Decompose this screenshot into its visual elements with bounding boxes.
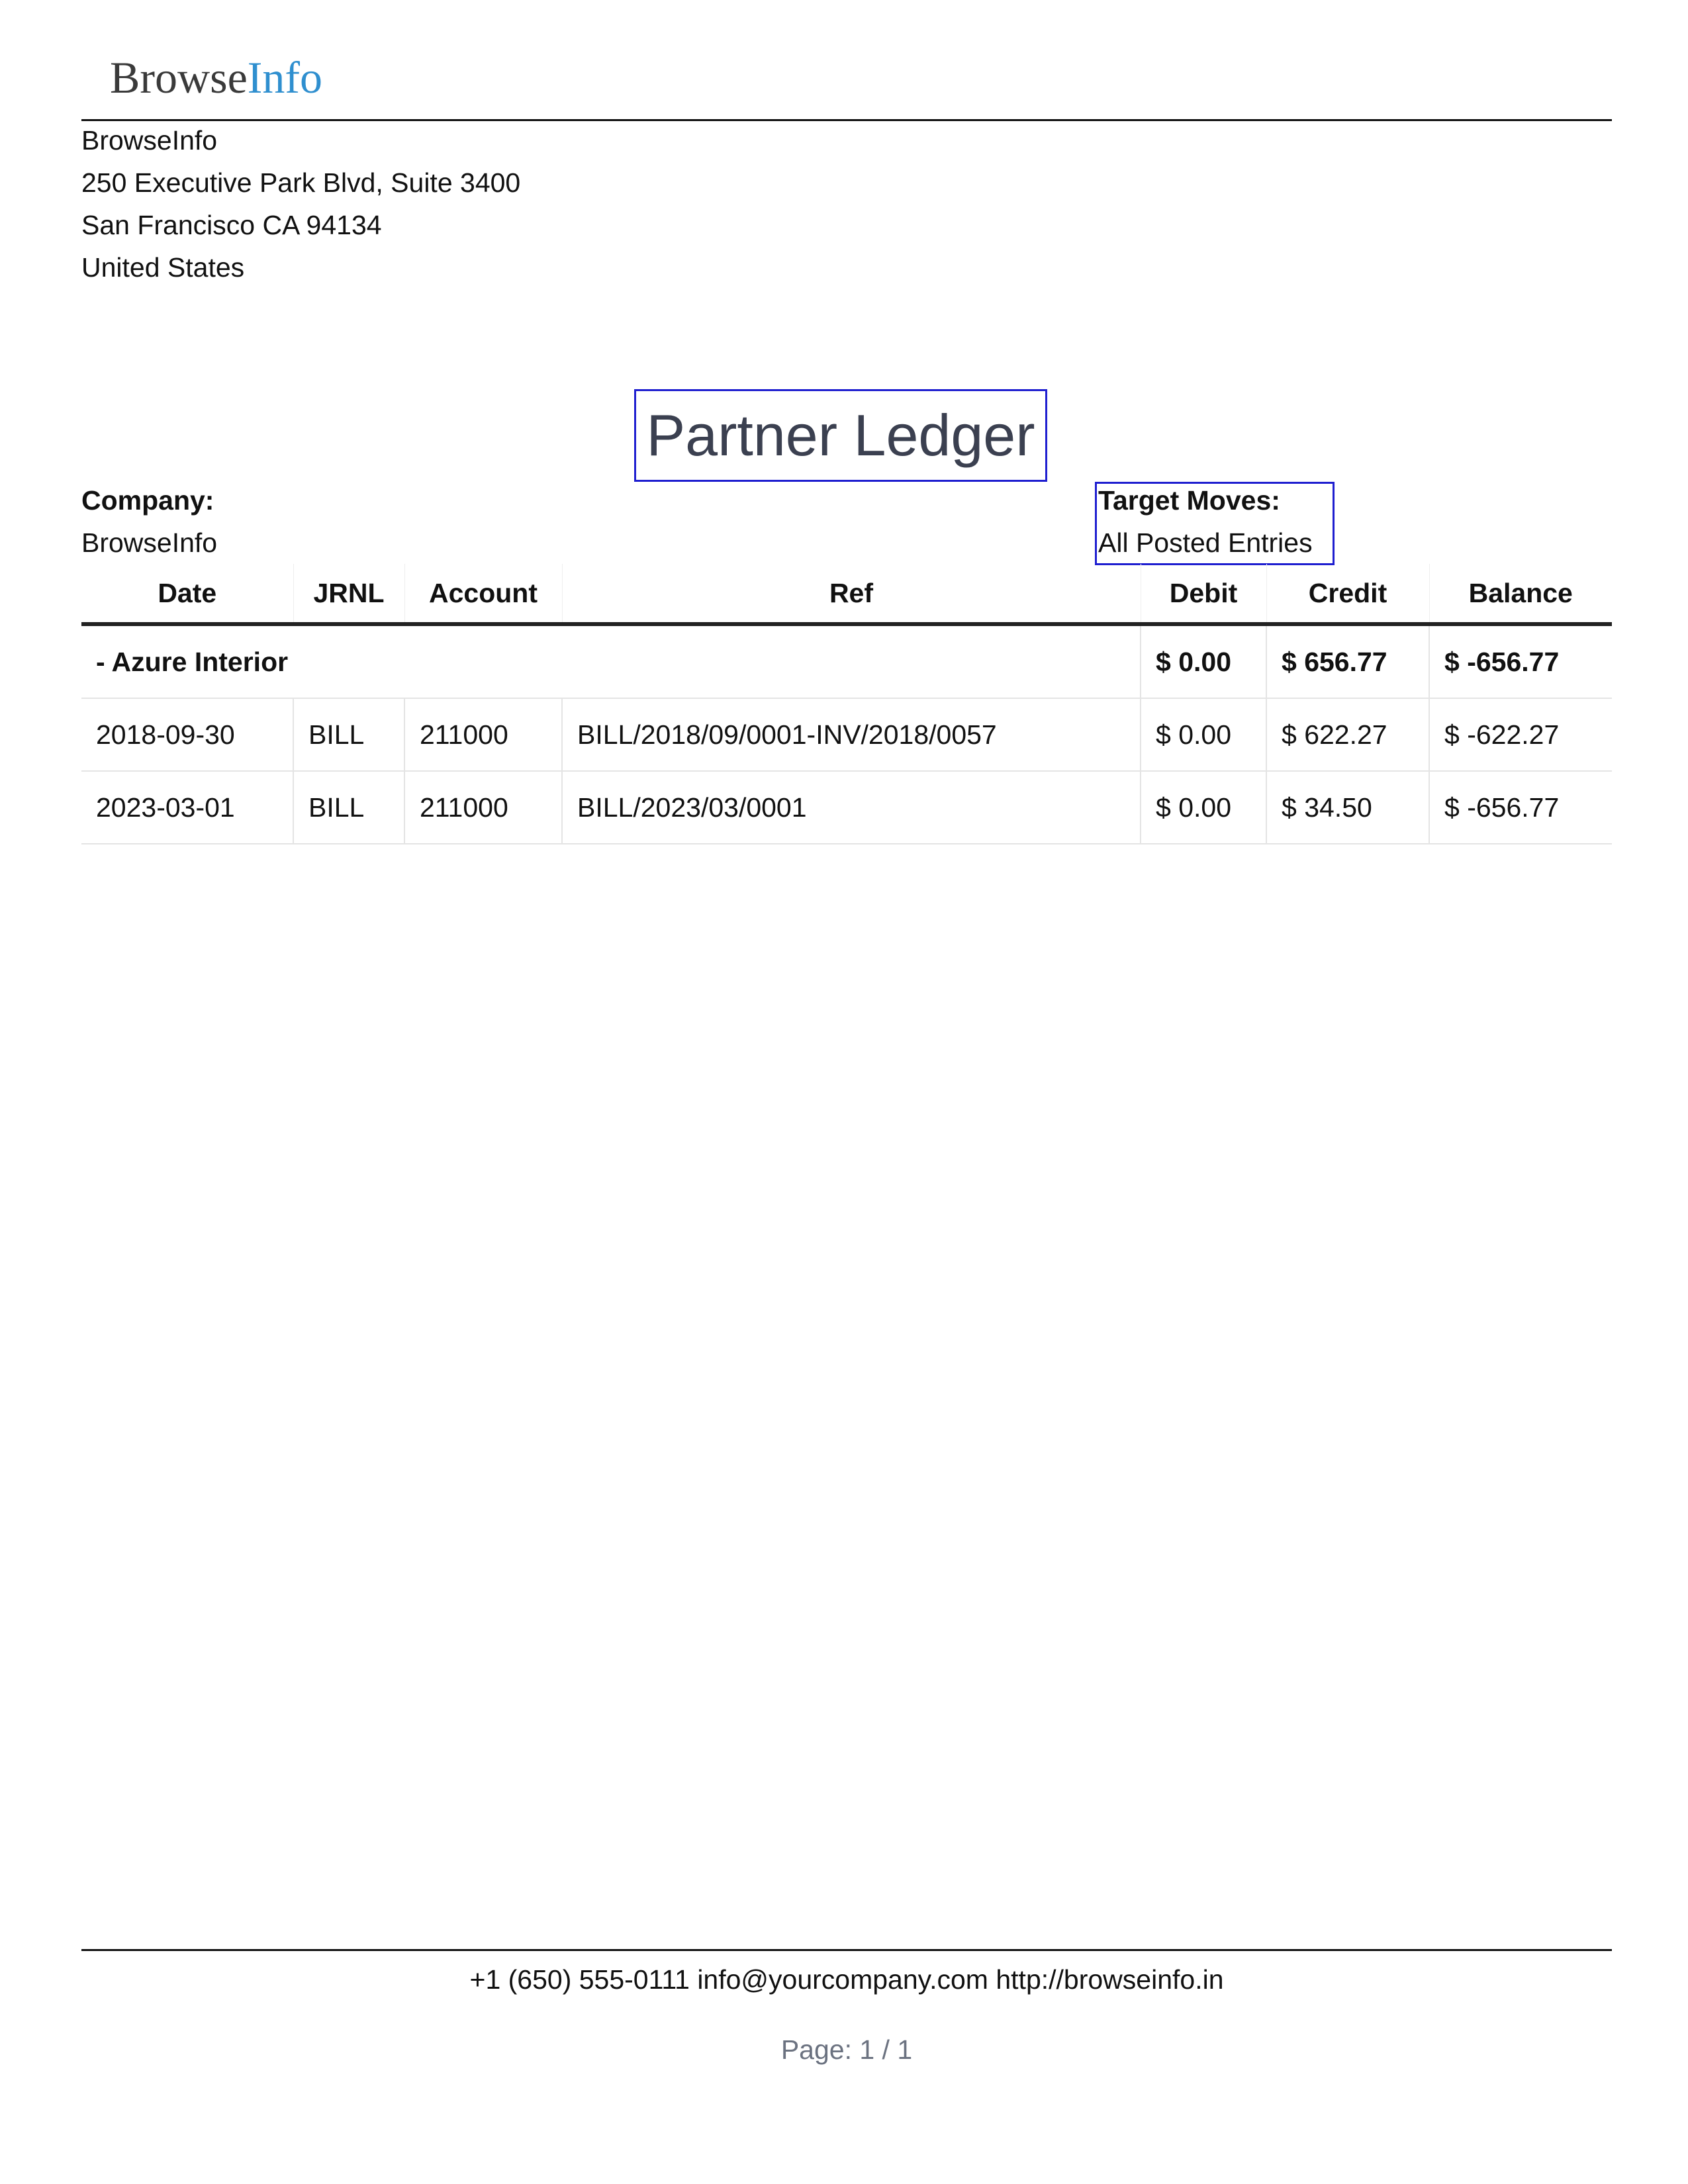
target-moves-value: All Posted Entries: [1098, 527, 1313, 558]
row-credit: $ 622.27: [1266, 698, 1430, 772]
column-header-date: Date: [81, 564, 293, 626]
target-moves-label: Target Moves:: [1098, 485, 1280, 516]
row-balance: $ -656.77: [1429, 770, 1612, 844]
company-logo: BrowseInfo: [110, 48, 322, 107]
company-value: BrowseInfo: [81, 527, 218, 558]
logo-text-info: Info: [247, 52, 323, 103]
company-address: BrowseInfo 250 Executive Park Blvd, Suit…: [81, 119, 520, 289]
report-title-text: Partner Ledger: [646, 402, 1035, 468]
partner-debit: $ 0.00: [1140, 623, 1267, 699]
column-header-credit: Credit: [1266, 564, 1429, 626]
column-header-ref: Ref: [561, 564, 1141, 626]
company-label: Company:: [81, 485, 214, 516]
column-header-debit: Debit: [1140, 564, 1266, 626]
logo-text-browse: Browse: [110, 52, 248, 103]
row-debit: $ 0.00: [1140, 770, 1267, 844]
column-header-account: Account: [404, 564, 562, 626]
table-row: 2018-09-30 BILL 211000 BILL/2018/09/0001…: [81, 698, 1612, 772]
row-date: 2023-03-01: [81, 770, 294, 844]
row-date: 2018-09-30: [81, 698, 294, 772]
footer-contact: +1 (650) 555-0111 info@yourcompany.com h…: [469, 1964, 1224, 1995]
column-header-balance: Balance: [1429, 564, 1612, 626]
footer-divider: [81, 1949, 1612, 1951]
row-balance: $ -622.27: [1429, 698, 1612, 772]
partner-name: - Azure Interior: [81, 623, 1141, 699]
row-account: 211000: [404, 698, 563, 772]
table-header-row: Date JRNL Account Ref Debit Credit Balan…: [81, 564, 1612, 626]
column-header-jrnl: JRNL: [293, 564, 404, 626]
partner-balance: $ -656.77: [1429, 623, 1612, 699]
ledger-table: Date JRNL Account Ref Debit Credit Balan…: [81, 564, 1612, 844]
row-account: 211000: [404, 770, 563, 844]
address-street: 250 Executive Park Blvd, Suite 3400: [81, 167, 521, 198]
report-title: Partner Ledger: [634, 389, 1047, 482]
row-ref: BILL/2023/03/0001: [561, 770, 1141, 844]
address-company-name: BrowseInfo: [81, 125, 218, 156]
page-number: Page: 1 / 1: [780, 2034, 913, 2065]
partner-credit: $ 656.77: [1266, 623, 1430, 699]
row-debit: $ 0.00: [1140, 698, 1267, 772]
row-ref: BILL/2018/09/0001-INV/2018/0057: [561, 698, 1141, 772]
address-city: San Francisco CA 94134: [81, 210, 382, 240]
partner-group-row: - Azure Interior $ 0.00 $ 656.77 $ -656.…: [81, 623, 1612, 699]
table-row: 2023-03-01 BILL 211000 BILL/2023/03/0001…: [81, 770, 1612, 844]
row-jrnl: BILL: [293, 698, 405, 772]
row-jrnl: BILL: [293, 770, 405, 844]
row-credit: $ 34.50: [1266, 770, 1430, 844]
address-country: United States: [81, 252, 245, 283]
